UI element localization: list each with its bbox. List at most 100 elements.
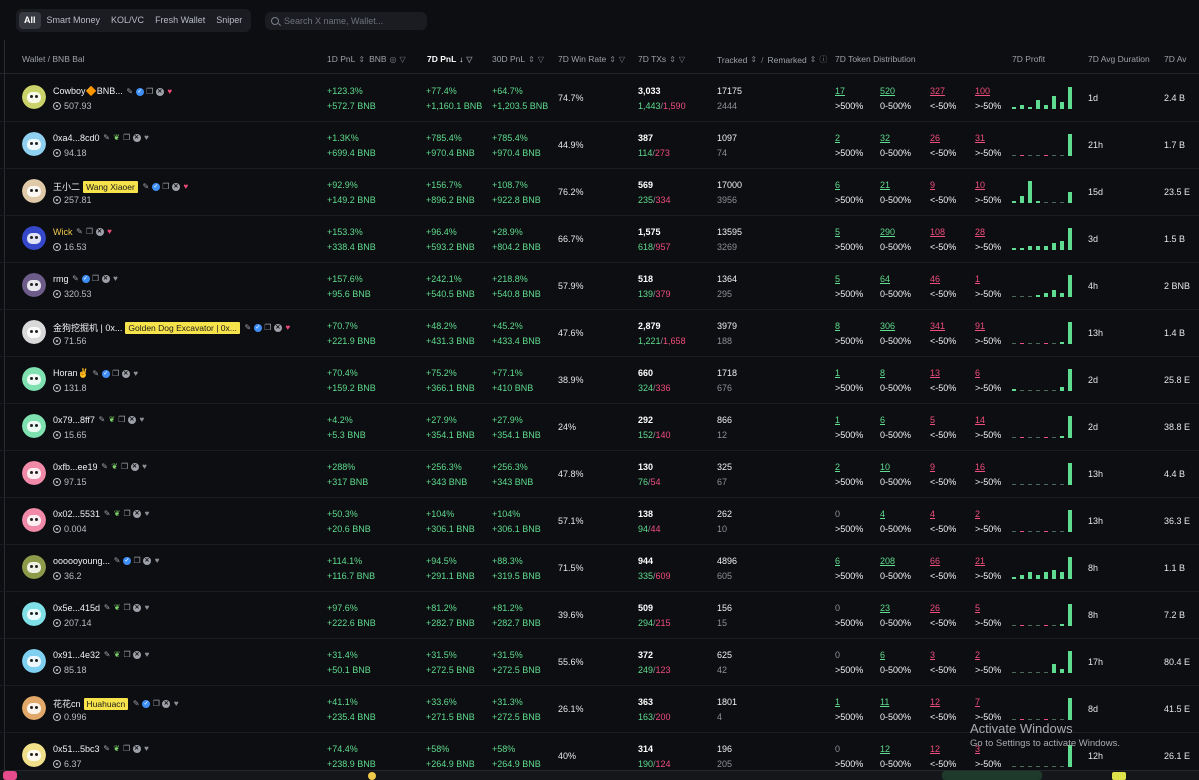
heart-icon[interactable]: ♥ [143,745,151,753]
avatar[interactable] [22,226,46,250]
table-row[interactable]: rmg ✎ ✓ ❐ ✕ ♥ 320.53 +157.6% +95.6 BNB +242… [0,263,1199,310]
distribution-count[interactable]: 10 [975,180,985,190]
copy-icon[interactable]: ❐ [118,416,126,424]
table-row[interactable]: 王小二 Wang Xiaoer ✎ ✓ ❐ ✕ ♥ 257.81 +92.9% +1… [0,169,1199,216]
copy-icon[interactable]: ❐ [264,323,272,332]
heart-icon[interactable]: ♥ [284,323,292,332]
header-avg-duration[interactable]: 7D Avg Duration [1088,54,1150,64]
avatar[interactable] [22,602,46,626]
distribution-count[interactable]: 520 [880,86,895,96]
wallet-name[interactable]: Cowboy🔶BNB... [53,86,123,97]
distribution-count[interactable]: 1 [835,368,840,378]
distribution-count[interactable]: 23 [880,603,890,613]
edit-icon[interactable]: ✎ [103,604,111,612]
header-1d-pnl[interactable]: 1D PnL ⇕ BNB ◎ ▽ [327,54,406,64]
wallet-name[interactable]: 金狗挖掘机 | 0x... [53,321,122,334]
avatar[interactable] [22,132,46,156]
distribution-count[interactable]: 21 [975,556,985,566]
wallet-name[interactable]: Wick [53,227,73,237]
wallet-name[interactable]: oooooyoung... [53,556,110,566]
distribution-count[interactable]: 0 [835,744,840,754]
wallet-name[interactable]: 0x02...5531 [53,509,100,519]
header-7d-pnl[interactable]: 7D PnL ↓ ▽ [427,54,472,64]
edit-icon[interactable]: ✎ [98,416,106,424]
table-row[interactable]: 0x02...5531 ✎ ❦ ❐ ✕ ♥ 0.004 +50.3% +20.6 B… [0,498,1199,545]
edit-icon[interactable]: ✎ [92,369,100,378]
distribution-count[interactable]: 26 [930,133,940,143]
heart-icon[interactable]: ♥ [138,416,146,424]
header-30d-pnl[interactable]: 30D PnL ⇕ ▽ [492,54,544,64]
table-row[interactable]: 0x79...8ff7 ✎ ❦ ❐ ✕ ♥ 15.65 +4.2% +5.3 BNB… [0,404,1199,451]
bottom-badge-icon[interactable] [1112,772,1126,780]
distribution-count[interactable]: 9 [930,180,935,190]
distribution-count[interactable]: 32 [880,133,890,143]
x-profile-icon[interactable]: ✕ [133,510,142,518]
copy-icon[interactable]: ❐ [152,699,160,708]
heart-icon[interactable]: ♥ [143,651,151,659]
distribution-count[interactable]: 5 [835,274,840,284]
wallet-name[interactable]: 0xfb...ee19 [53,462,98,472]
wallet-name[interactable]: 0x91...4e32 [53,650,100,660]
x-profile-icon[interactable]: ✕ [143,557,152,565]
sort-icon[interactable]: ⇕ [669,55,676,64]
heart-icon[interactable]: ♥ [172,699,180,708]
distribution-count[interactable]: 327 [930,86,945,96]
edit-icon[interactable]: ✎ [103,134,111,142]
tab-all[interactable]: All [19,12,41,29]
filter-icon[interactable]: ▽ [400,55,406,64]
sort-icon[interactable]: ⇕ [750,55,757,64]
tab-sniper[interactable]: Sniper [211,12,247,29]
distribution-count[interactable]: 11 [880,697,889,707]
x-profile-icon[interactable]: ✕ [127,416,136,424]
heart-icon[interactable]: ♥ [143,134,151,142]
edit-icon[interactable]: ✎ [142,182,150,191]
bnb-toggle-icon[interactable]: ◎ [390,55,397,64]
copy-icon[interactable]: ❐ [123,745,131,753]
avatar[interactable] [22,273,46,297]
filter-icon[interactable]: ▽ [679,55,685,64]
distribution-count[interactable]: 0 [835,603,840,613]
edit-icon[interactable]: ✎ [101,463,109,471]
distribution-count[interactable]: 17 [835,86,845,96]
distribution-count[interactable]: 208 [880,556,895,566]
edit-icon[interactable]: ✎ [103,745,111,753]
distribution-count[interactable]: 2 [975,509,980,519]
help-icon[interactable]: ⓘ [819,54,827,65]
copy-icon[interactable]: ❐ [121,463,129,471]
distribution-count[interactable]: 100 [975,86,990,96]
distribution-count[interactable]: 341 [930,321,945,331]
copy-icon[interactable]: ❐ [133,557,141,565]
x-profile-icon[interactable]: ✕ [95,228,104,236]
heart-icon[interactable]: ♥ [132,369,140,378]
copy-icon[interactable]: ❐ [123,510,131,518]
distribution-count[interactable]: 7 [975,697,980,707]
edit-icon[interactable]: ✎ [126,87,134,96]
bottom-status-pill[interactable] [942,771,1042,780]
x-profile-icon[interactable]: ✕ [133,651,142,659]
table-row[interactable]: Wick ✎ ❐ ✕ ♥ 16.53 +153.3% +338.4 BNB +96.4… [0,216,1199,263]
filter-icon[interactable]: ▽ [466,55,472,64]
avatar[interactable] [22,414,46,438]
avatar[interactable] [22,508,46,532]
search-input[interactable] [284,16,424,26]
edit-icon[interactable]: ✎ [244,323,252,332]
distribution-count[interactable]: 2 [975,650,980,660]
distribution-count[interactable]: 28 [975,227,985,237]
copy-icon[interactable]: ❐ [112,369,120,378]
avatar[interactable] [22,743,46,767]
distribution-count[interactable]: 3 [930,650,935,660]
distribution-count[interactable]: 12 [930,697,940,707]
copy-icon[interactable]: ❐ [123,604,131,612]
distribution-count[interactable]: 6 [880,415,885,425]
copy-icon[interactable]: ❐ [123,651,131,659]
distribution-count[interactable]: 6 [835,180,840,190]
filter-icon[interactable]: ▽ [619,55,625,64]
wallet-name[interactable]: 0x5e...415d [53,603,100,613]
distribution-count[interactable]: 26 [930,603,940,613]
edit-icon[interactable]: ✎ [132,699,140,708]
avatar[interactable] [22,461,46,485]
heart-icon[interactable]: ♥ [141,463,149,471]
avatar[interactable] [22,367,46,391]
distribution-count[interactable]: 1 [975,274,980,284]
table-row[interactable]: Cowboy🔶BNB... ✎ ✓ ❐ ✕ ♥ 507.93 +123.3% +57… [0,75,1199,122]
